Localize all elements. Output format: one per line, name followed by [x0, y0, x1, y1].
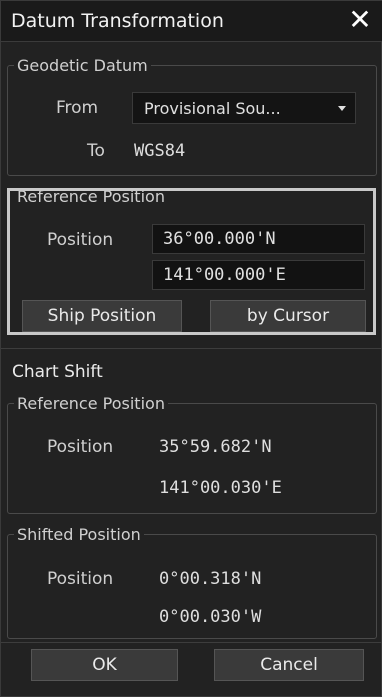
shifted-longitude: 0°00.030'W	[159, 607, 262, 627]
close-icon[interactable]: ✕	[347, 5, 373, 35]
reference-longitude-field[interactable]: 141°00.000'E	[152, 260, 365, 290]
from-label: From	[56, 98, 99, 118]
title-bar: Datum Transformation ✕	[1, 1, 382, 42]
reference-position-label: Position	[47, 230, 114, 250]
chart-shift-reference-longitude: 141°00.030'E	[159, 478, 282, 498]
ok-button[interactable]: OK	[31, 649, 178, 681]
section-divider	[1, 348, 382, 349]
chart-shift-reference-legend: Reference Position	[17, 394, 165, 413]
reference-latitude-field[interactable]: 36°00.000'N	[152, 224, 365, 254]
datum-transformation-dialog: Datum Transformation ✕ Geodetic Datum Fr…	[0, 0, 382, 697]
shifted-latitude: 0°00.318'N	[159, 569, 262, 589]
shifted-position-legend: Shifted Position	[17, 525, 141, 544]
by-cursor-button[interactable]: by Cursor	[210, 300, 366, 332]
chevron-down-icon	[338, 106, 346, 111]
from-datum-value: Provisional Sou...	[144, 99, 281, 118]
to-datum-value: WGS84	[134, 141, 186, 161]
chart-shift-reference-latitude: 35°59.682'N	[159, 437, 272, 457]
shifted-position-label: Position	[47, 569, 114, 589]
geodetic-datum-legend: Geodetic Datum	[17, 56, 148, 75]
to-label: To	[87, 141, 105, 161]
cancel-button[interactable]: Cancel	[214, 649, 364, 681]
footer-divider	[1, 642, 382, 643]
dialog-title: Datum Transformation	[11, 10, 224, 32]
ship-position-button[interactable]: Ship Position	[22, 300, 182, 332]
from-datum-select[interactable]: Provisional Sou...	[132, 92, 356, 124]
chart-shift-reference-label: Position	[47, 437, 114, 457]
chart-shift-title: Chart Shift	[12, 362, 103, 382]
